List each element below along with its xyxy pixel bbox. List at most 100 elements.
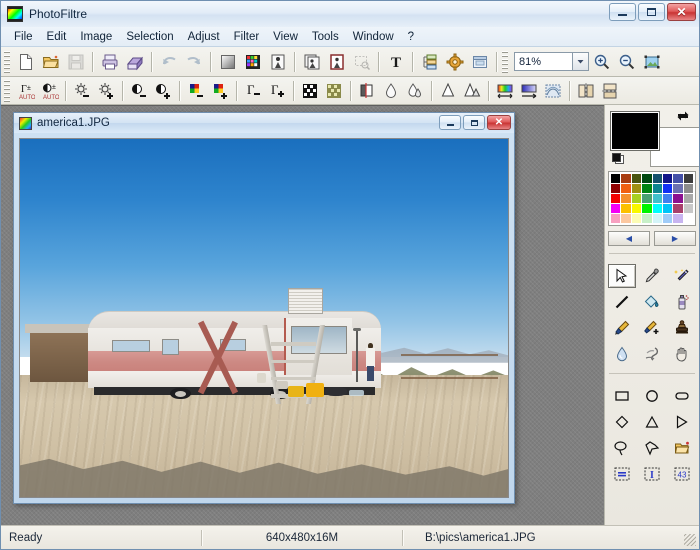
palette-swatch[interactable]: [652, 194, 662, 203]
palette-swatch[interactable]: [621, 204, 631, 213]
palette-swatch[interactable]: [652, 214, 662, 223]
palette-swatch[interactable]: [631, 194, 642, 203]
palette-swatch[interactable]: [621, 174, 631, 183]
auto-contrast-icon[interactable]: ± AUTO: [37, 80, 61, 102]
palette-swatch[interactable]: [662, 204, 673, 213]
redo-icon[interactable]: [181, 50, 206, 74]
contrast-down-icon[interactable]: [127, 80, 151, 102]
flip-vertical-icon[interactable]: [598, 80, 622, 102]
palette-next-button[interactable]: ▶: [654, 231, 696, 246]
tool-clone-stamp[interactable]: [668, 316, 696, 340]
palette-swatch[interactable]: [683, 194, 693, 203]
zoom-input[interactable]: 81%: [514, 52, 572, 71]
zoom-out-icon[interactable]: [614, 50, 639, 74]
window-minimize-button[interactable]: [609, 3, 636, 21]
palette-swatch[interactable]: [611, 214, 621, 223]
palette-swatch[interactable]: [631, 214, 642, 223]
palette-swatch[interactable]: [642, 184, 652, 193]
tool-hand[interactable]: [668, 342, 696, 366]
shape-right-triangle[interactable]: [668, 410, 696, 434]
gradient-rainbow-icon[interactable]: [493, 80, 517, 102]
shape-diamond[interactable]: [608, 410, 636, 434]
palette-swatch[interactable]: [621, 194, 631, 203]
palette-swatch[interactable]: [683, 184, 693, 193]
palette-swatch[interactable]: [621, 214, 631, 223]
tool-eyedropper[interactable]: [638, 264, 666, 288]
tool-spray[interactable]: [668, 290, 696, 314]
option-invert-selection[interactable]: I: [638, 462, 666, 486]
image-effect-icon[interactable]: [265, 50, 290, 74]
palette-swatch[interactable]: [673, 174, 683, 183]
palette-swatch[interactable]: [621, 184, 631, 193]
show-window-icon[interactable]: [467, 50, 492, 74]
menu-window[interactable]: Window: [346, 29, 401, 45]
swap-colors-icon[interactable]: [676, 109, 690, 123]
shape-load-selection[interactable]: [668, 436, 696, 460]
saturation-up-icon[interactable]: [208, 80, 232, 102]
sharpen-icon[interactable]: [436, 80, 460, 102]
shape-triangle[interactable]: [638, 410, 666, 434]
dither-light-icon[interactable]: [322, 80, 346, 102]
gamma-up-icon[interactable]: Γ: [265, 80, 289, 102]
text-tool-icon[interactable]: T: [383, 50, 408, 74]
fit-to-screen-icon[interactable]: [639, 50, 664, 74]
menu-file[interactable]: File: [7, 29, 40, 45]
window-maximize-button[interactable]: [638, 3, 665, 21]
undo-icon[interactable]: [156, 50, 181, 74]
zoom-toolbar-grip[interactable]: [502, 50, 508, 73]
document-close-button[interactable]: ✕: [487, 115, 511, 130]
tool-paint-bucket[interactable]: [638, 290, 666, 314]
menu-adjust[interactable]: Adjust: [181, 29, 227, 45]
palette-swatch[interactable]: [642, 214, 652, 223]
toolbar-grip[interactable]: [4, 50, 10, 73]
tool-line[interactable]: [608, 290, 636, 314]
menu-help[interactable]: ?: [401, 29, 421, 45]
chevron-down-icon[interactable]: [572, 52, 589, 71]
open-file-icon[interactable]: [38, 50, 63, 74]
duplicate-image-icon[interactable]: [299, 50, 324, 74]
palette-swatch[interactable]: [683, 174, 693, 183]
palette-swatch[interactable]: [631, 204, 642, 213]
tool-advanced-brush[interactable]: [638, 316, 666, 340]
tool-blur-drop[interactable]: [608, 342, 636, 366]
auto-levels-icon[interactable]: Γ ± AUTO: [13, 80, 37, 102]
option-fill-mode[interactable]: [608, 462, 636, 486]
menu-selection[interactable]: Selection: [119, 29, 180, 45]
blur-drop-icon[interactable]: [379, 80, 403, 102]
shape-lasso[interactable]: [608, 436, 636, 460]
palette-prev-button[interactable]: ◀: [608, 231, 650, 246]
palette-swatch[interactable]: [673, 204, 683, 213]
mdi-client-area[interactable]: america1.JPG ✕: [1, 105, 604, 525]
new-file-icon[interactable]: [13, 50, 38, 74]
palette-swatch[interactable]: [611, 184, 621, 193]
palette-swatch[interactable]: [683, 214, 693, 223]
gamma-down-icon[interactable]: Γ: [241, 80, 265, 102]
palette-swatch[interactable]: [662, 184, 673, 193]
settings-gear-icon[interactable]: [442, 50, 467, 74]
palette-swatch[interactable]: [673, 194, 683, 203]
shape-rectangle[interactable]: [608, 384, 636, 408]
palette-swatch[interactable]: [683, 204, 693, 213]
palette-swatch[interactable]: [611, 194, 621, 203]
color-palette-icon[interactable]: [240, 50, 265, 74]
menu-edit[interactable]: Edit: [40, 29, 74, 45]
palette-swatch[interactable]: [652, 204, 662, 213]
brightness-down-icon[interactable]: [70, 80, 94, 102]
shape-ellipse[interactable]: [638, 384, 666, 408]
document-maximize-button[interactable]: [463, 115, 485, 130]
palette-swatch[interactable]: [631, 174, 642, 183]
sharpen-more-icon[interactable]: [460, 80, 484, 102]
tool-smudge[interactable]: [638, 342, 666, 366]
print-preview-icon[interactable]: [122, 50, 147, 74]
framed-image-icon[interactable]: [324, 50, 349, 74]
palette-swatch[interactable]: [662, 194, 673, 203]
palette-swatch[interactable]: [642, 194, 652, 203]
palette-swatch[interactable]: [631, 184, 642, 193]
palette-swatch[interactable]: [611, 174, 621, 183]
shape-rounded-rectangle[interactable]: [668, 384, 696, 408]
save-file-icon[interactable]: [63, 50, 88, 74]
blur-more-icon[interactable]: [403, 80, 427, 102]
contrast-up-icon[interactable]: [151, 80, 175, 102]
foreground-color-swatch[interactable]: [610, 111, 660, 151]
option-selection-size[interactable]: 43: [668, 462, 696, 486]
